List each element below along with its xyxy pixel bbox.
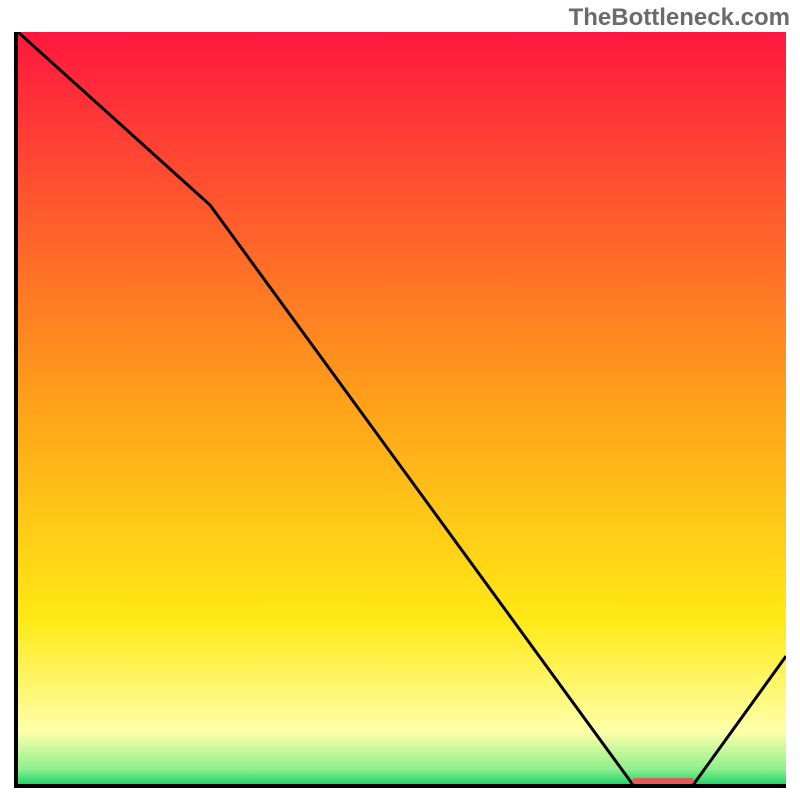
- watermark-text: TheBottleneck.com: [569, 4, 790, 32]
- chart-frame: TheBottleneck.com: [0, 0, 800, 800]
- curve-polyline: [18, 32, 786, 784]
- data-line: [18, 32, 786, 784]
- plot-area: [14, 32, 786, 788]
